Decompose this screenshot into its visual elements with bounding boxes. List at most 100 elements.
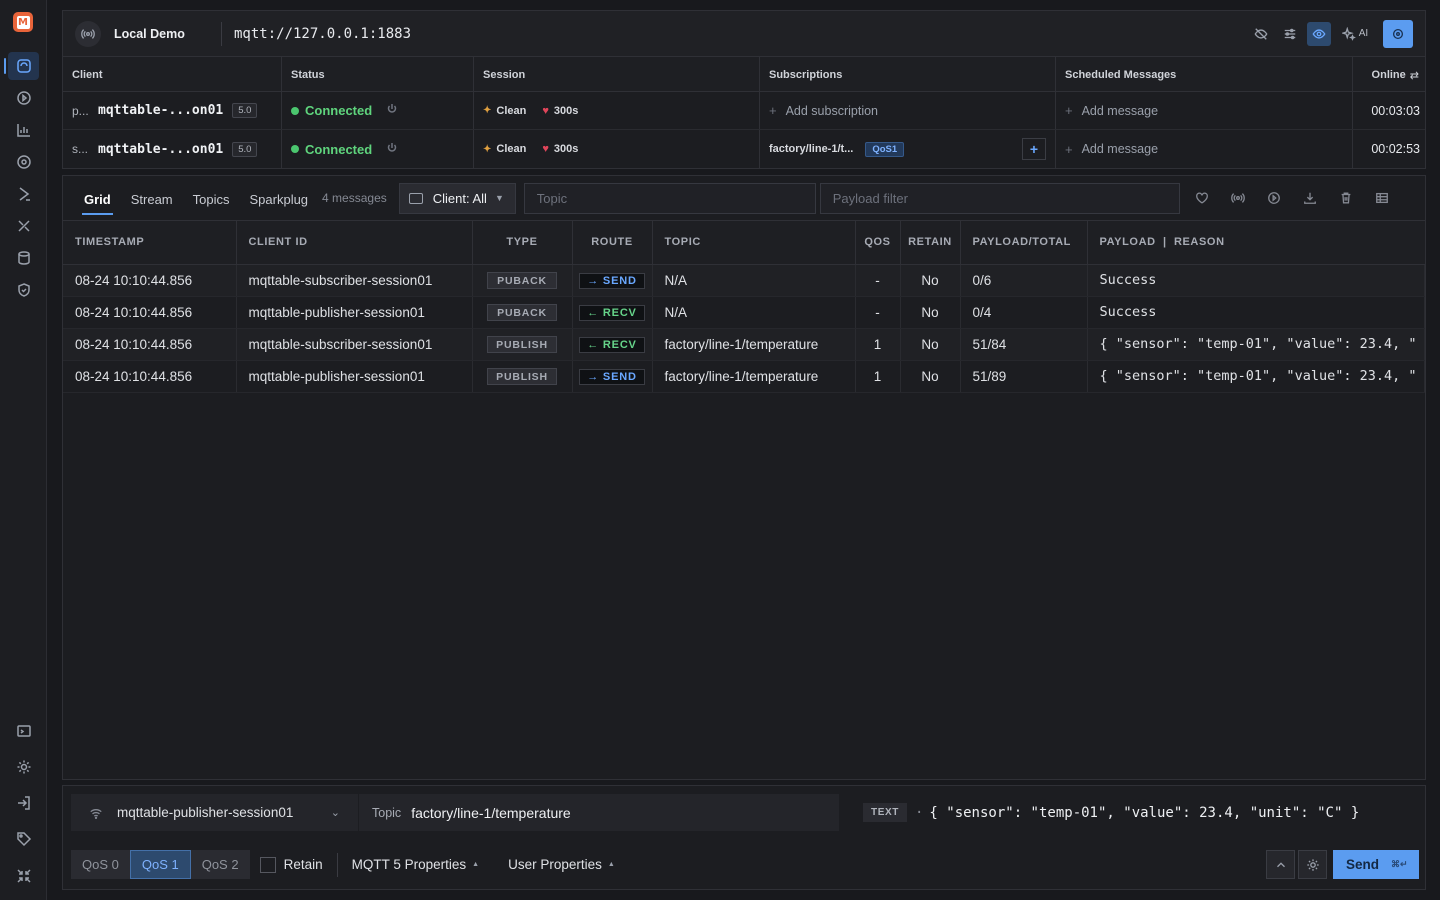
cell-retain: No: [900, 328, 961, 361]
cell-payload: Success: [1087, 296, 1425, 329]
payload-value: { "sensor": "temp-01", "value": 23.4, "u…: [929, 804, 1360, 821]
connections-nav-icon[interactable]: [4, 52, 39, 80]
messages-grid: TIMESTAMP CLIENT ID TYPE ROUTE TOPIC QOS…: [63, 221, 1425, 393]
cell-topic: factory/line-1/temperature: [652, 328, 856, 361]
message-row[interactable]: 08-24 10:10:44.856 mqttable-subscriber-s…: [63, 328, 1425, 361]
col-type[interactable]: TYPE: [472, 221, 573, 265]
send-label: Send: [1346, 857, 1380, 872]
broadcast-icon[interactable]: [1226, 186, 1250, 210]
message-row[interactable]: 08-24 10:10:44.856 mqttable-publisher-se…: [63, 296, 1425, 329]
clean-session-icon: ✦: [483, 105, 492, 116]
session-select[interactable]: mqttable-publisher-session01 ⌄: [71, 794, 358, 831]
connection-header: Local Demo mqtt://127.0.0.1:1883 AI: [62, 10, 1426, 56]
connect-toggle-button[interactable]: [1383, 19, 1413, 48]
topic-filter-input[interactable]: Topic: [523, 182, 816, 214]
add-message-button[interactable]: + Add message: [1065, 142, 1158, 157]
chart-nav-icon[interactable]: [8, 116, 39, 144]
keepalive-value: 300s: [553, 143, 579, 155]
status-dot: [291, 145, 299, 153]
tab-topics[interactable]: Topics: [193, 183, 230, 214]
col-qos[interactable]: QOS: [855, 221, 901, 265]
cell-qos: -: [855, 264, 901, 297]
mqtt5-properties-toggle[interactable]: MQTT 5 Properties ▲: [352, 857, 479, 872]
retain-checkbox[interactable]: Retain: [259, 856, 323, 873]
database-nav-icon[interactable]: [8, 244, 39, 272]
publish-composer: mqttable-publisher-session01 ⌄ Topic fac…: [62, 785, 1426, 890]
add-subscription-button[interactable]: +: [1022, 138, 1046, 160]
expand-up-button[interactable]: [1266, 850, 1295, 879]
payload-filter-input[interactable]: Payload filter: [819, 182, 1180, 214]
clean-session-label: Clean: [496, 104, 527, 117]
cell-qos: -: [855, 296, 901, 329]
power-icon[interactable]: [386, 142, 398, 157]
type-badge: PUBACK: [487, 303, 557, 321]
settings-nav-icon[interactable]: [8, 753, 39, 781]
broker-nav-icon[interactable]: [8, 148, 39, 176]
ai-button[interactable]: AI: [1336, 22, 1374, 46]
power-icon[interactable]: [386, 103, 398, 118]
add-message-label: Add message: [1081, 142, 1159, 156]
header-online-label: Online: [1371, 69, 1406, 81]
col-retain[interactable]: RETAIN: [900, 221, 961, 265]
tag-nav-icon[interactable]: [8, 825, 39, 853]
client-row[interactable]: p... mqttable-...on01 5.0 Connected ✦ Clean…: [63, 92, 1425, 130]
client-filter-select[interactable]: Client: All ▼: [398, 182, 516, 214]
publish-topic-input[interactable]: Topic factory/line-1/temperature: [359, 794, 839, 831]
col-client-id[interactable]: CLIENT ID: [236, 221, 473, 265]
collapse-nav-icon[interactable]: [8, 862, 39, 890]
client-name: mqttable-...on01: [98, 141, 224, 157]
header-scheduled-messages: Scheduled Messages: [1056, 57, 1353, 91]
send-button[interactable]: Send ⌘↵: [1333, 850, 1419, 879]
publish-settings-button[interactable]: [1298, 850, 1327, 879]
tab-sparkplug[interactable]: Sparkplug: [250, 183, 309, 214]
grid-header-row: TIMESTAMP CLIENT ID TYPE ROUTE TOPIC QOS…: [63, 221, 1425, 265]
status-text: Connected: [305, 103, 373, 118]
payload-editor[interactable]: · { "sensor": "temp-01", "value": 23.4, "…: [915, 805, 1359, 821]
qos-2-option[interactable]: QoS 2: [191, 850, 250, 879]
trash-icon[interactable]: [1334, 186, 1358, 210]
favorite-icon[interactable]: [1190, 186, 1214, 210]
client-row[interactable]: s... mqttable-...on01 5.0 Connected ✦ Clean…: [63, 130, 1425, 168]
eye-icon[interactable]: [1307, 21, 1331, 46]
type-badge: PUBLISH: [487, 367, 557, 385]
filter-sliders-icon[interactable]: [1278, 22, 1302, 46]
cell-timestamp: 08-24 10:10:44.856: [63, 360, 237, 393]
qos-0-option[interactable]: QoS 0: [71, 850, 130, 879]
message-row[interactable]: 08-24 10:10:44.856 mqttable-publisher-se…: [63, 360, 1425, 393]
hide-icon[interactable]: [1249, 22, 1273, 46]
pause-icon[interactable]: [1262, 186, 1286, 210]
tools-nav-icon[interactable]: [8, 212, 39, 240]
script-nav-icon[interactable]: [8, 180, 39, 208]
subscription-topic[interactable]: factory/line-1/t...: [769, 143, 853, 155]
table-icon[interactable]: [1370, 186, 1394, 210]
header-online[interactable]: Online ⇄: [1353, 57, 1425, 91]
download-icon[interactable]: [1298, 186, 1322, 210]
keepalive-heart-icon: ♥: [542, 143, 549, 155]
col-payload-reason[interactable]: PAYLOAD | REASON: [1087, 221, 1425, 265]
add-subscription-button[interactable]: + Add subscription: [769, 103, 878, 118]
col-payload-total[interactable]: PAYLOAD/TOTAL: [960, 221, 1088, 265]
terminal-nav-icon[interactable]: [8, 717, 39, 745]
add-message-button[interactable]: + Add message: [1065, 103, 1158, 118]
session-value: mqttable-publisher-session01: [117, 805, 294, 820]
client-prefix: p...: [72, 103, 89, 118]
payload-format-toggle[interactable]: TEXT: [863, 803, 907, 822]
message-row[interactable]: 08-24 10:10:44.856 mqttable-subscriber-s…: [63, 264, 1425, 297]
clients-table: Client Status Session Subscriptions Sche…: [62, 56, 1426, 169]
header-subscriptions: Subscriptions: [760, 57, 1056, 91]
shield-nav-icon[interactable]: [8, 276, 39, 304]
col-topic[interactable]: TOPIC: [652, 221, 856, 265]
login-nav-icon[interactable]: [8, 789, 39, 817]
user-properties-toggle[interactable]: User Properties ▲: [508, 857, 615, 872]
play-nav-icon[interactable]: [8, 84, 39, 112]
col-route[interactable]: ROUTE: [572, 221, 653, 265]
header-session: Session: [474, 57, 760, 91]
col-timestamp[interactable]: TIMESTAMP: [63, 221, 237, 265]
qos-1-option[interactable]: QoS 1: [129, 850, 191, 879]
chevron-down-icon: ⌄: [330, 807, 340, 819]
tab-stream[interactable]: Stream: [131, 183, 173, 214]
cell-timestamp: 08-24 10:10:44.856: [63, 296, 237, 329]
qos-selector: QoS 0 QoS 1 QoS 2: [71, 850, 250, 879]
tab-grid[interactable]: Grid: [82, 183, 113, 215]
keepalive-value: 300s: [553, 104, 579, 117]
